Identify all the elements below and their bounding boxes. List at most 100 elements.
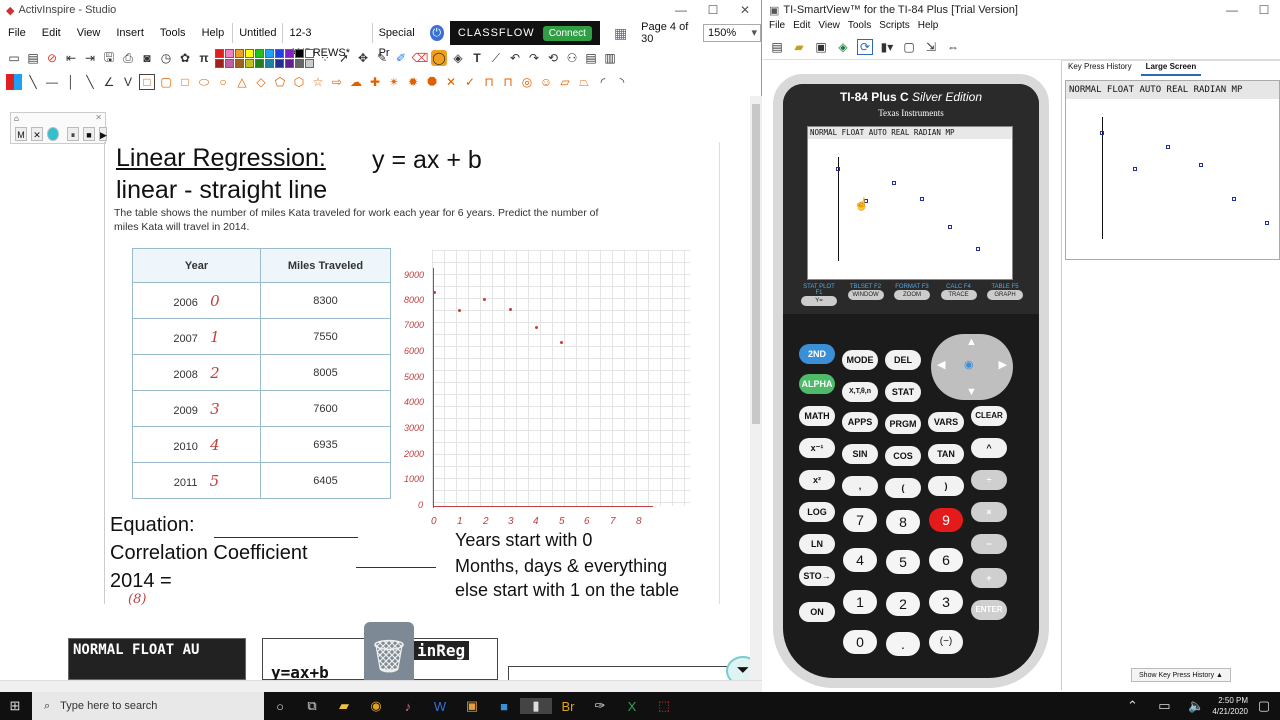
cloud-icon[interactable]: ☁ [348,74,364,90]
key-0[interactable]: 0 [843,630,877,654]
square-icon[interactable]: □ [177,74,193,90]
insert-image-icon[interactable]: ✿ [177,50,193,66]
notification-icon[interactable]: ▢ [1248,698,1280,714]
x-icon[interactable]: ✕ [443,74,459,90]
task-view-icon[interactable]: ⧉ [296,698,328,714]
key-lparen[interactable]: ( [885,478,921,498]
property-icon[interactable]: ▤ [583,50,599,66]
key-xton[interactable]: X,T,θ,n [842,382,878,402]
angle-icon[interactable]: ∠ [101,74,117,90]
key-3[interactable]: 3 [929,590,963,614]
dual-user-icon[interactable]: ⚇ [564,50,580,66]
zoom-icon[interactable]: ■ [488,699,520,714]
v-icon[interactable]: V [120,74,136,90]
menu-tools[interactable]: Tools [152,27,194,39]
hexagon-icon[interactable]: ⬡ [291,74,307,90]
fkey-graph[interactable]: TABLE F5 GRAPH [987,284,1023,306]
new-icon[interactable]: ▤ [769,39,785,55]
redo-icon[interactable]: ↷ [526,50,542,66]
next-page-icon[interactable]: ⇥ [82,50,98,66]
itunes-icon[interactable]: ♪ [392,699,424,714]
key-clear[interactable]: CLEAR [971,406,1007,426]
menu-scripts[interactable]: Scripts [879,20,910,34]
menu-file[interactable]: File [769,20,785,34]
network-icon[interactable]: ▭ [1148,698,1180,714]
new-icon[interactable]: ▭ [6,50,22,66]
pi-icon[interactable]: π [196,50,212,66]
color-orange[interactable] [235,48,244,58]
color-mauve[interactable] [225,58,234,68]
dpad-up-icon[interactable]: ▲ [966,336,977,348]
check-icon[interactable]: ✓ [462,74,478,90]
color-teal[interactable] [265,58,274,68]
dpad-down-icon[interactable]: ▼ [966,386,977,398]
key-stat[interactable]: STAT [885,382,921,402]
color-gray[interactable] [295,58,304,68]
burst-icon[interactable]: ✴ [386,74,402,90]
scroll-thumb[interactable] [752,104,760,424]
menu-help[interactable]: Help [918,20,939,34]
parallelogram-icon[interactable]: ▱ [557,74,573,90]
recorder-stop-button[interactable]: ■ [83,127,95,141]
capture-icon[interactable]: ◈ [835,39,851,55]
menu-insert[interactable]: Insert [108,27,152,39]
send-icon[interactable]: ⇲ [923,39,939,55]
key-cos[interactable]: COS [885,446,921,466]
chrome-icon[interactable]: ◉ [360,698,392,714]
bridge-icon[interactable]: Br [552,699,584,714]
dots-icon[interactable]: ⁘ [317,50,333,66]
dpad-right-icon[interactable]: ▶ [999,358,1007,371]
select-icon[interactable]: ➚ [336,50,352,66]
maximize-icon[interactable]: ☐ [697,3,729,17]
key-enter[interactable]: ENTER [971,600,1007,620]
color-white[interactable] [305,48,314,58]
reset-icon[interactable]: ⟲ [545,50,561,66]
box-app-icon[interactable]: ▣ [456,698,488,714]
recorder-record-button[interactable] [47,127,59,141]
windows-start-icon[interactable]: ⊞ [0,698,30,714]
open-icon[interactable]: ▰ [791,39,807,55]
key-rparen[interactable]: ) [928,476,964,496]
tab-key-press-history[interactable]: Key Press History [1063,62,1137,76]
color-olive[interactable] [245,58,254,68]
shape-icon[interactable]: ◯ [431,50,447,66]
cortana-icon[interactable]: ○ [264,699,296,714]
doc-tab-untitled[interactable]: Untitled [232,23,282,43]
calc-model-icon[interactable]: ▮▾ [879,39,895,55]
fill-icon[interactable]: ◈ [450,50,466,66]
connector-icon[interactable]: ⟋ [488,50,504,66]
key-on[interactable]: ON [799,602,835,622]
smartview-taskbar-icon[interactable]: ▮ [520,698,552,714]
tray-chevron-icon[interactable]: ⌃ [1116,698,1148,714]
line-icon[interactable]: ╲ [25,74,41,90]
key-apps[interactable]: APPS [842,412,878,432]
stop-icon[interactable]: ⊘ [44,50,60,66]
plus-icon[interactable]: ✚ [367,74,383,90]
pentagon-icon[interactable]: ⬠ [272,74,288,90]
resize-icon[interactable]: ⇔ [945,39,961,55]
close-icon[interactable]: ✕ [729,3,761,17]
color-brown[interactable] [235,58,244,68]
key-square[interactable]: x² [799,470,835,490]
connect-button[interactable]: Connect [542,25,592,41]
arrow-icon[interactable]: ⇨ [329,74,345,90]
dpad-left-icon[interactable]: ◀ [937,358,945,371]
vertical-scrollbar[interactable] [750,96,762,680]
pen-icon[interactable]: ✎ [374,50,390,66]
key-decimal[interactable]: . [886,632,920,656]
key-divide[interactable]: ÷ [971,470,1007,490]
color-darkred[interactable] [215,58,224,68]
key-6[interactable]: 6 [929,548,963,572]
color-navy[interactable] [275,58,284,68]
recorder-cancel-button[interactable]: ✕ [31,127,43,141]
color-purple[interactable] [285,48,294,58]
volume-icon[interactable]: 🔈 [1180,698,1212,714]
circle-icon[interactable]: ○ [215,74,231,90]
key-tan[interactable]: TAN [928,444,964,464]
key-8[interactable]: 8 [886,510,920,534]
screen-icon[interactable]: ▢ [901,39,917,55]
doc-tab-special[interactable]: Special Pr [371,23,430,59]
menu-edit[interactable]: Edit [793,20,810,34]
octagon-icon[interactable]: ⯃ [424,74,440,90]
recorder-mode-button[interactable]: M [15,127,27,141]
